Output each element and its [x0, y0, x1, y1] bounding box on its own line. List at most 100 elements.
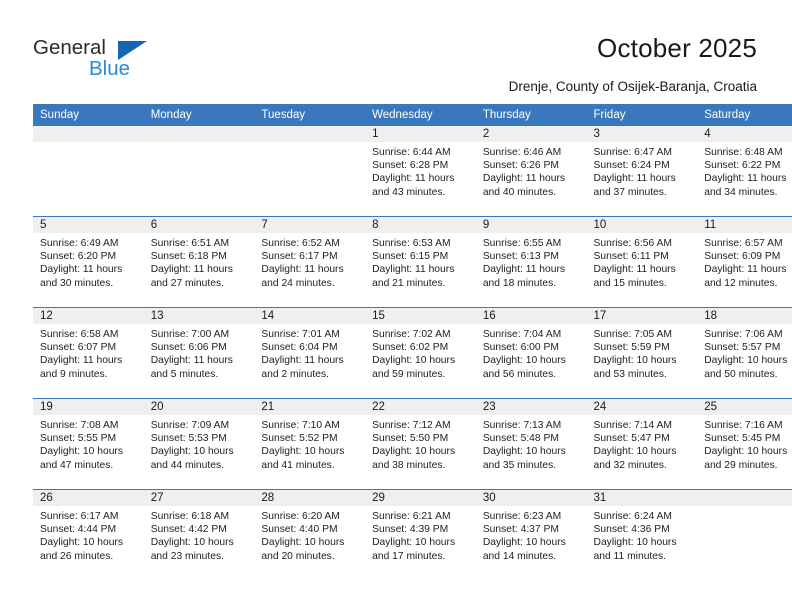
calendar-day-cell[interactable]: 7 Sunrise: 6:52 AM Sunset: 6:17 PM Daylight…: [254, 216, 366, 308]
day-details: Sunrise: 7:09 AM Sunset: 5:53 PM Daylight:…: [144, 415, 255, 472]
sunrise-text: Sunrise: 7:13 AM: [482, 420, 562, 431]
day-number: 5: [33, 217, 144, 233]
sunrise-text: Sunrise: 6:18 AM: [150, 511, 230, 522]
calendar-week-row: 12 Sunrise: 6:58 AM Sunset: 6:07 PM Dayligh…: [33, 307, 792, 399]
calendar-cell-empty: [254, 126, 366, 217]
sunrise-text: Sunrise: 6:53 AM: [372, 238, 451, 249]
sunset-text: Sunset: 6:20 PM: [40, 251, 117, 263]
weekday-header-tuesday: Tuesday: [254, 104, 366, 126]
daylight-line2-text: and 38 minutes.: [372, 459, 446, 471]
calendar-day-cell[interactable]: 13 Sunrise: 7:00 AM Sunset: 6:06 PM Dayligh…: [143, 307, 255, 399]
sunset-text: Sunset: 6:09 PM: [704, 251, 781, 263]
calendar-day-cell[interactable]: 12 Sunrise: 6:58 AM Sunset: 6:07 PM Dayligh…: [33, 307, 144, 399]
day-number: 20: [143, 399, 255, 415]
calendar-day-cell[interactable]: 23 Sunrise: 7:13 AM Sunset: 5:48 PM Dayligh…: [475, 398, 587, 490]
daylight-line1-text: Daylight: 11 hours: [261, 355, 344, 367]
sunset-text: Sunset: 6:06 PM: [150, 342, 227, 354]
day-number: 29: [365, 490, 476, 506]
daylight-line2-text: and 27 minutes.: [150, 277, 224, 289]
daylight-line1-text: Daylight: 10 hours: [150, 537, 234, 549]
day-details: Sunrise: 7:12 AM Sunset: 5:50 PM Daylight:…: [365, 415, 476, 472]
daylight-line2-text: and 47 minutes.: [40, 459, 114, 471]
day-details: Sunrise: 7:04 AM Sunset: 6:00 PM Daylight:…: [476, 324, 587, 381]
daylight-line2-text: and 15 minutes.: [593, 277, 667, 289]
calendar-day-cell[interactable]: 16 Sunrise: 7:04 AM Sunset: 6:00 PM Dayligh…: [475, 307, 587, 399]
day-details: Sunrise: 6:52 AM Sunset: 6:17 PM Daylight:…: [254, 233, 365, 290]
calendar-day-cell[interactable]: 18 Sunrise: 7:06 AM Sunset: 5:57 PM Dayligh…: [697, 307, 792, 399]
daylight-line2-text: and 40 minutes.: [482, 186, 557, 198]
sunrise-text: Sunrise: 6:17 AM: [40, 511, 119, 522]
daylight-line1-text: Daylight: 10 hours: [40, 537, 123, 549]
calendar-day-cell[interactable]: 31 Sunrise: 6:24 AM Sunset: 4:36 PM Dayligh…: [586, 489, 698, 580]
calendar-day-cell[interactable]: 19 Sunrise: 7:08 AM Sunset: 5:55 PM Dayligh…: [33, 398, 144, 490]
calendar-day-cell[interactable]: 11 Sunrise: 6:57 AM Sunset: 6:09 PM Dayligh…: [697, 216, 792, 308]
daylight-line1-text: Daylight: 10 hours: [150, 446, 234, 458]
day-number: 8: [365, 217, 476, 233]
calendar-day-cell[interactable]: 30 Sunrise: 6:23 AM Sunset: 4:37 PM Dayligh…: [475, 489, 587, 580]
sunrise-text: Sunrise: 7:08 AM: [40, 420, 119, 431]
daylight-line2-text: and 5 minutes.: [150, 368, 219, 380]
sunset-text: Sunset: 5:52 PM: [261, 433, 338, 445]
calendar-day-cell[interactable]: 28 Sunrise: 6:20 AM Sunset: 4:40 PM Dayligh…: [254, 489, 366, 580]
day-number: 18: [697, 308, 792, 324]
sunrise-text: Sunrise: 6:46 AM: [482, 147, 562, 158]
daylight-line2-text: and 44 minutes.: [150, 459, 224, 471]
calendar-day-cell[interactable]: 9 Sunrise: 6:55 AM Sunset: 6:13 PM Daylight…: [475, 216, 587, 308]
calendar-day-cell[interactable]: 3 Sunrise: 6:47 AM Sunset: 6:24 PM Daylight…: [586, 126, 698, 217]
calendar-day-cell[interactable]: 20 Sunrise: 7:09 AM Sunset: 5:53 PM Dayligh…: [143, 398, 255, 490]
day-number: 27: [143, 490, 255, 506]
day-details: Sunrise: 6:23 AM Sunset: 4:37 PM Daylight:…: [476, 506, 587, 563]
day-details: Sunrise: 7:01 AM Sunset: 6:04 PM Daylight:…: [254, 324, 365, 381]
calendar-day-cell[interactable]: 4 Sunrise: 6:48 AM Sunset: 6:22 PM Daylight…: [697, 126, 792, 217]
calendar-day-cell[interactable]: 2 Sunrise: 6:46 AM Sunset: 6:26 PM Daylight…: [475, 126, 587, 217]
calendar-day-cell[interactable]: 15 Sunrise: 7:02 AM Sunset: 6:02 PM Dayligh…: [365, 307, 476, 399]
day-number: 6: [143, 217, 255, 233]
day-details: Sunrise: 7:10 AM Sunset: 5:52 PM Daylight:…: [254, 415, 365, 472]
calendar-day-cell[interactable]: 24 Sunrise: 7:14 AM Sunset: 5:47 PM Dayligh…: [586, 398, 698, 490]
daylight-line1-text: Daylight: 10 hours: [482, 537, 566, 549]
day-details: Sunrise: 7:14 AM Sunset: 5:47 PM Daylight:…: [587, 415, 698, 472]
daylight-line1-text: Daylight: 10 hours: [261, 537, 345, 549]
day-details: Sunrise: 6:49 AM Sunset: 6:20 PM Daylight:…: [33, 233, 144, 290]
calendar-day-cell[interactable]: 22 Sunrise: 7:12 AM Sunset: 5:50 PM Dayligh…: [365, 398, 476, 490]
daylight-line2-text: and 30 minutes.: [40, 277, 114, 289]
calendar-cell-empty: [697, 489, 792, 580]
daylight-line1-text: Daylight: 10 hours: [704, 446, 788, 458]
general-blue-logo[interactable]: General Blue: [33, 36, 233, 86]
daylight-line2-text: and 9 minutes.: [40, 368, 108, 380]
calendar-day-cell[interactable]: 14 Sunrise: 7:01 AM Sunset: 6:04 PM Dayligh…: [254, 307, 366, 399]
calendar-day-cell[interactable]: 1 Sunrise: 6:44 AM Sunset: 6:28 PM Daylight…: [365, 126, 476, 217]
sunset-text: Sunset: 6:26 PM: [482, 160, 559, 172]
day-number: 17: [586, 308, 698, 324]
calendar-day-cell[interactable]: 17 Sunrise: 7:05 AM Sunset: 5:59 PM Dayligh…: [586, 307, 698, 399]
weekday-header-monday: Monday: [143, 104, 255, 126]
day-number: 28: [254, 490, 366, 506]
daylight-line1-text: Daylight: 11 hours: [40, 264, 123, 276]
sunset-text: Sunset: 5:55 PM: [40, 433, 117, 445]
weekday-header-thursday: Thursday: [475, 104, 587, 126]
day-number: 25: [697, 399, 792, 415]
daylight-line1-text: Daylight: 10 hours: [372, 355, 456, 367]
calendar-day-cell[interactable]: 26 Sunrise: 6:17 AM Sunset: 4:44 PM Dayligh…: [33, 489, 144, 580]
calendar-day-cell[interactable]: 21 Sunrise: 7:10 AM Sunset: 5:52 PM Dayligh…: [254, 398, 366, 490]
calendar-day-cell[interactable]: 27 Sunrise: 6:18 AM Sunset: 4:42 PM Dayligh…: [143, 489, 255, 580]
day-number: 23: [475, 399, 587, 415]
day-number: 21: [254, 399, 366, 415]
day-number: 2: [475, 126, 587, 142]
sunrise-text: Sunrise: 6:56 AM: [593, 238, 672, 249]
sunrise-text: Sunrise: 7:06 AM: [704, 329, 783, 340]
daylight-line2-text: and 11 minutes.: [593, 550, 667, 562]
sunrise-text: Sunrise: 6:21 AM: [372, 511, 451, 522]
calendar-day-cell[interactable]: 5 Sunrise: 6:49 AM Sunset: 6:20 PM Daylight…: [33, 216, 144, 308]
day-details: Sunrise: 6:51 AM Sunset: 6:18 PM Daylight:…: [144, 233, 255, 290]
sunrise-text: Sunrise: 7:04 AM: [482, 329, 562, 340]
daylight-line1-text: Daylight: 11 hours: [482, 264, 566, 276]
sunset-text: Sunset: 4:42 PM: [150, 524, 227, 536]
calendar-day-cell[interactable]: 8 Sunrise: 6:53 AM Sunset: 6:15 PM Daylight…: [365, 216, 476, 308]
day-number: 10: [586, 217, 698, 233]
calendar-day-cell[interactable]: 6 Sunrise: 6:51 AM Sunset: 6:18 PM Daylight…: [143, 216, 255, 308]
day-number: 13: [143, 308, 255, 324]
calendar-day-cell[interactable]: 29 Sunrise: 6:21 AM Sunset: 4:39 PM Dayligh…: [365, 489, 476, 580]
calendar-day-cell[interactable]: 10 Sunrise: 6:56 AM Sunset: 6:11 PM Dayligh…: [586, 216, 698, 308]
calendar-day-cell[interactable]: 25 Sunrise: 7:16 AM Sunset: 5:45 PM Dayligh…: [697, 398, 792, 490]
